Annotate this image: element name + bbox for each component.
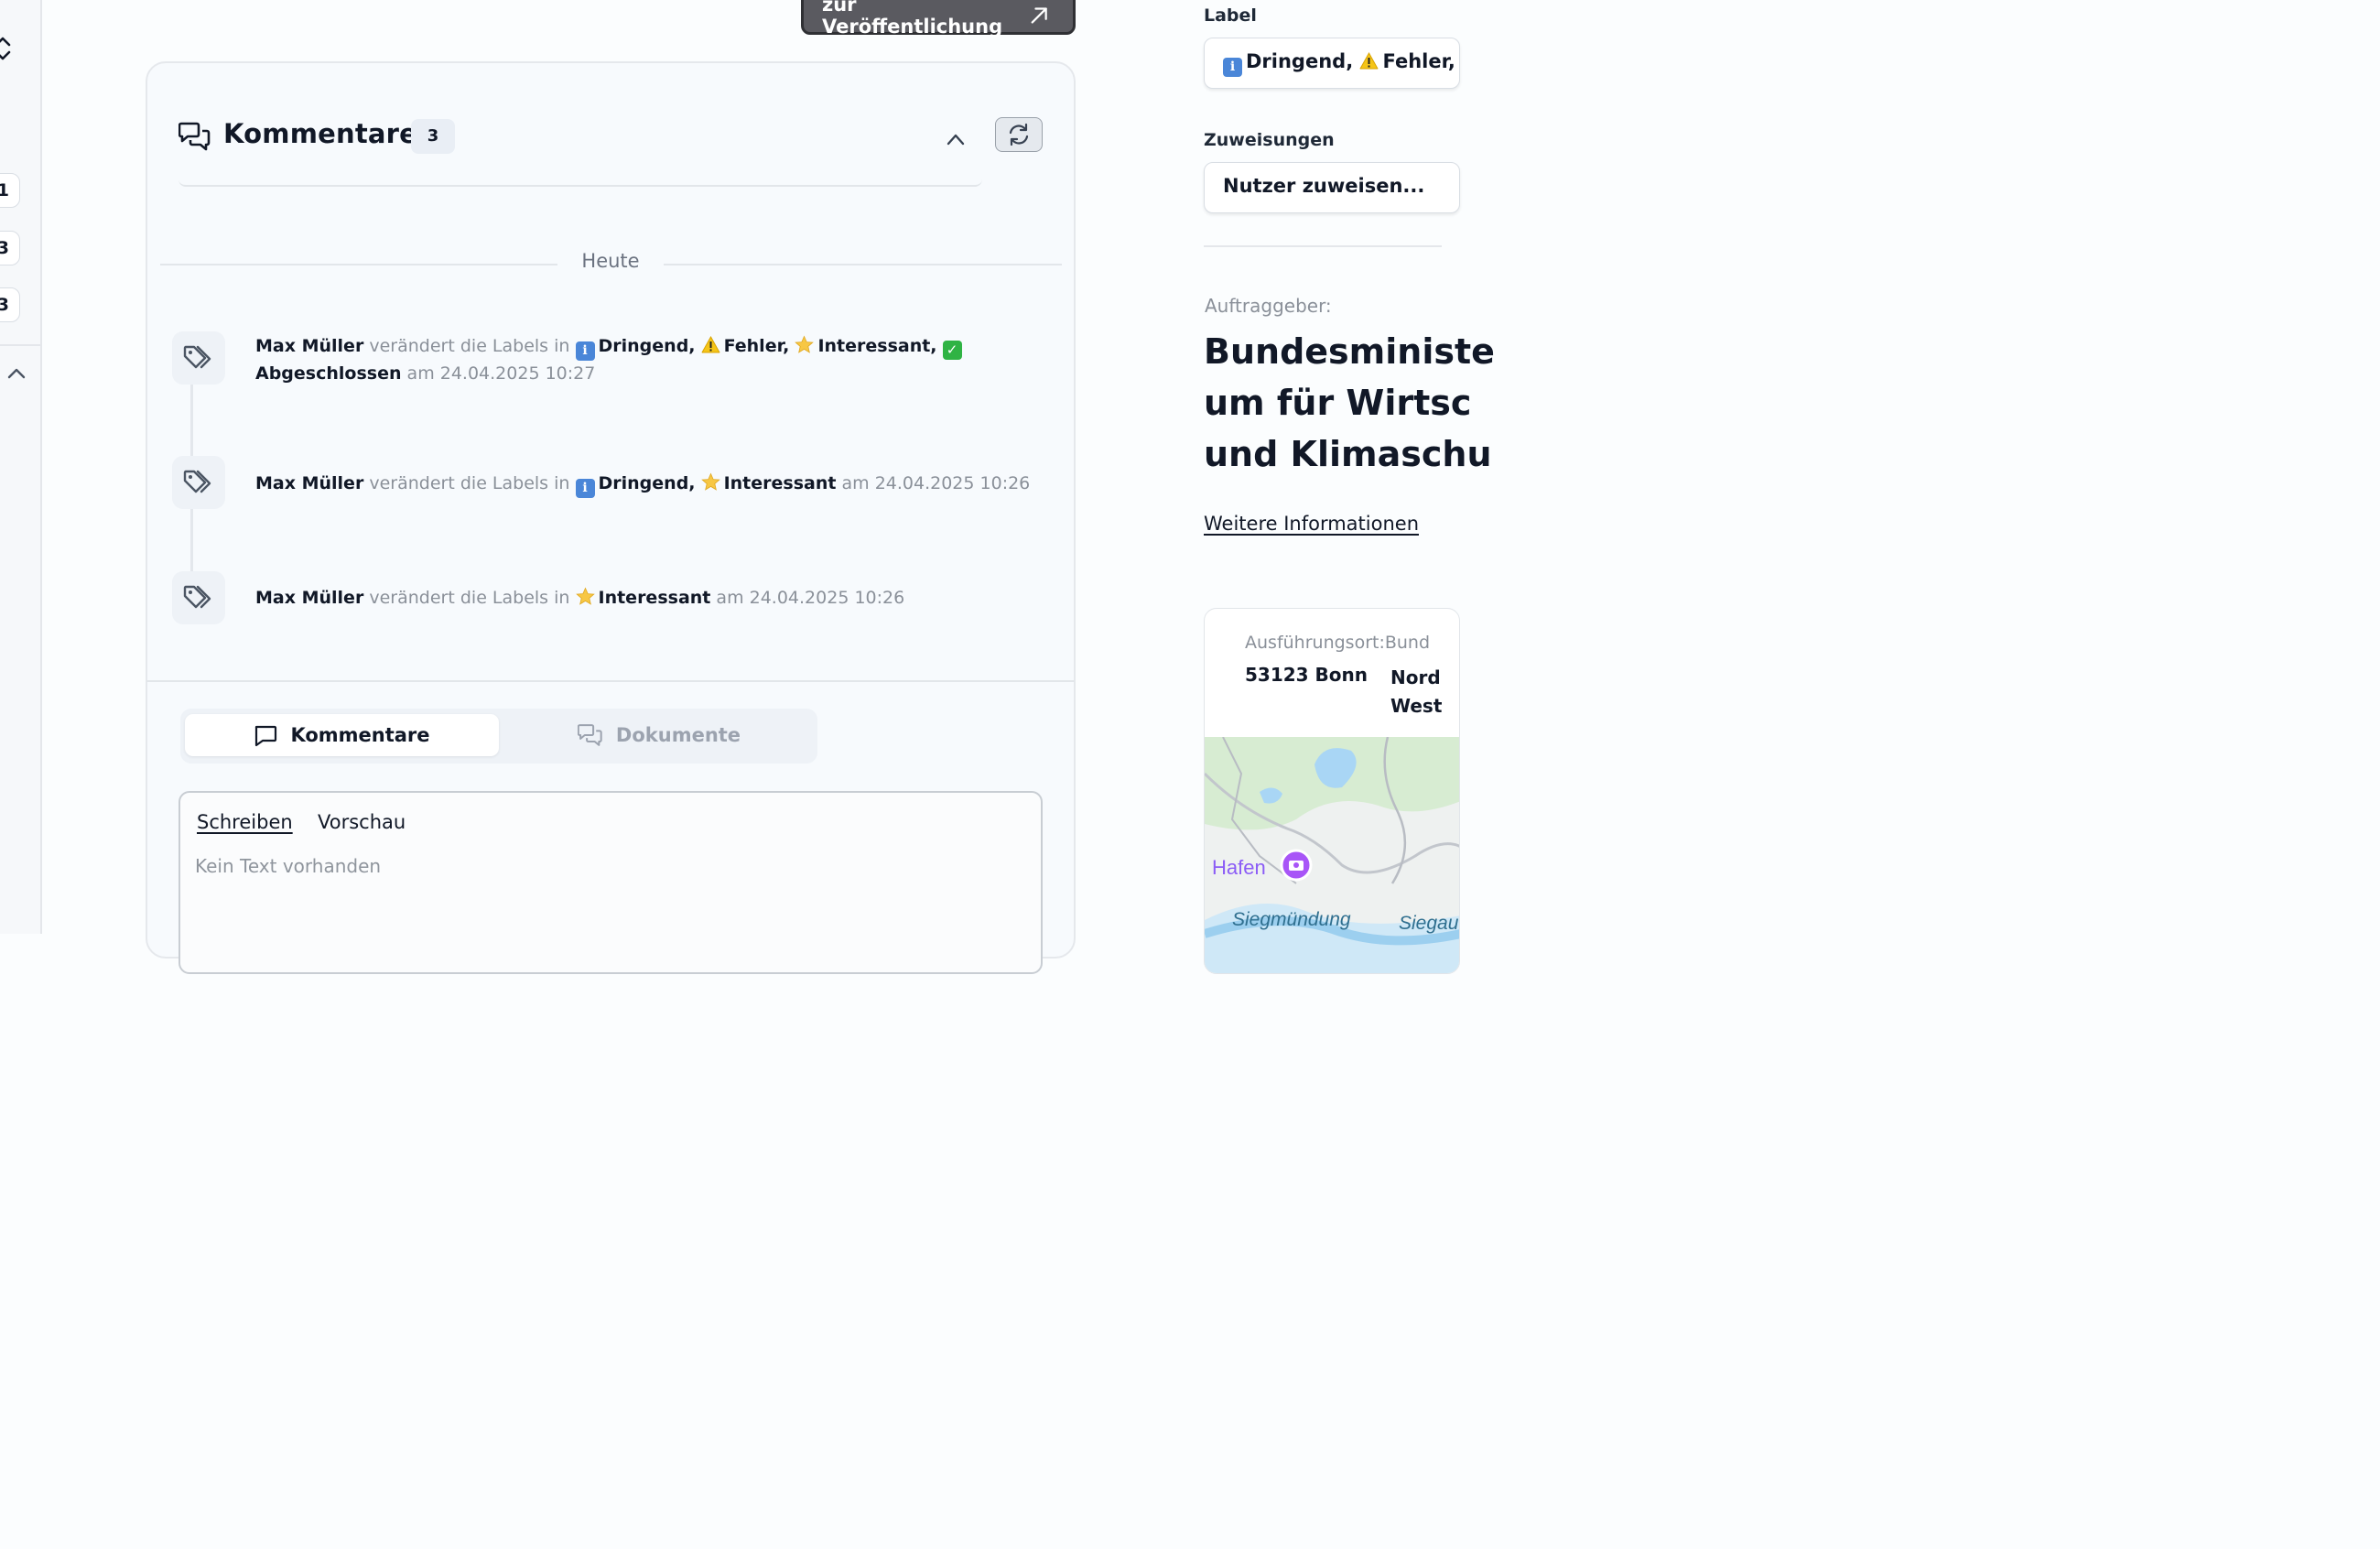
tab-dokumente[interactable]: Dokumente [505,714,813,756]
warning-emoji-icon [1359,51,1379,70]
location-state-line: Nord [1390,666,1441,688]
right-panel-divider [1204,245,1442,247]
event-action: verändert die Labels in [369,336,570,356]
chat-bubbles-icon [577,724,602,746]
location-map[interactable]: Hafen Siegmündung Siegau [1205,737,1460,974]
star-emoji-icon [575,587,595,605]
star-emoji-icon [700,472,720,491]
info-emoji-icon: i [575,341,595,361]
timeline-event: Max Müller verändert die Labels in i Drin… [255,333,1070,386]
event-at-word: am [716,588,744,608]
check-emoji-icon: ✓ [942,341,962,360]
assign-select-value: Nutzer zuweisen... [1223,175,1425,197]
event-at-word: am [841,473,870,493]
date-separator-line [160,264,557,265]
editor-tab-preview[interactable]: Vorschau [318,811,406,833]
location-state-line: West [1390,695,1443,717]
event-label: Interessant [598,588,711,608]
event-label: Dringend, [598,473,696,493]
editor-tab-write[interactable]: Schreiben [197,811,293,833]
event-timestamp: 24.04.2025 10:26 [874,473,1031,493]
event-user[interactable]: Max Müller [255,588,363,608]
tags-icon [183,345,211,369]
map-label-siegmuendung: Siegmündung [1232,909,1351,930]
location-city: 53123 Bonn [1245,664,1368,686]
info-emoji-icon: i [575,479,595,498]
tag-event-badge [172,331,225,385]
left-sidebar: 1 3 3 [0,0,42,934]
event-label: Fehler, [723,336,790,356]
sort-icon[interactable] [0,35,11,62]
more-info-link[interactable]: Weitere Informationen [1204,513,1419,535]
sidebar-count-badge[interactable]: 3 [0,287,20,322]
map-label-siegau: Siegau [1399,913,1459,934]
sidebar-count-badge[interactable]: 3 [0,231,20,265]
event-action: verändert die Labels in [369,473,570,493]
client-label: Auftraggeber: [1205,295,1332,317]
client-name: Bundesministe um für Wirtsc und Klimasch… [1204,326,1495,480]
chat-bubble-icon [255,725,277,747]
event-timestamp: 24.04.2025 10:26 [749,588,905,608]
assign-field-label: Zuweisungen [1204,130,1335,150]
event-label: Dringend, [598,336,696,356]
location-card: Ausführungsort:Bund 53123 Bonn Nord West… [1204,608,1460,974]
info-emoji-icon: i [1223,58,1242,77]
chevron-up-icon[interactable] [946,131,966,147]
editor-placeholder: Kein Text vorhanden [195,855,382,877]
client-name-line: Bundesministe [1204,331,1495,372]
event-label: Interessant [723,473,837,493]
comment-editor[interactable]: Schreiben Vorschau Kein Text vorhanden [178,791,1043,974]
client-name-line: und Klimaschu [1204,434,1492,474]
event-user[interactable]: Max Müller [255,336,363,356]
date-separator-line [664,264,1062,265]
label-select-value: Fehler, [1382,50,1455,72]
publish-button-label: zur Veröffentlichung [822,0,1003,38]
sidebar-count-badge[interactable]: 1 [0,173,20,208]
chat-bubbles-icon [178,122,211,151]
timeline-event: Max Müller verändert die Labels in i Drin… [255,471,1070,498]
refresh-button[interactable] [995,117,1043,152]
comments-count-badge: 3 [411,119,455,154]
map-label-hafen: Hafen [1212,856,1266,879]
label-field-label: Label [1204,5,1257,26]
tab-label: Dokumente [615,724,741,746]
timeline-connector [190,509,193,573]
label-select[interactable]: i Dringend, Fehler, [1204,38,1460,89]
arrow-up-right-icon [1031,7,1047,24]
tab-kommentare[interactable]: Kommentare [185,714,499,756]
sidebar-divider [0,344,42,346]
timeline-connector [190,385,193,458]
client-name-line: um für Wirtsc [1204,383,1472,423]
star-emoji-icon [795,335,815,353]
tags-icon [183,585,211,609]
tag-event-badge [172,571,225,624]
location-state: Nord West [1390,664,1442,720]
tab-label: Kommentare [290,724,430,746]
label-select-value: Dringend, [1246,50,1354,72]
comments-title: Kommentare [223,118,418,149]
location-label: Ausführungsort:Bund [1245,633,1431,653]
comment-tabs: Kommentare Dokumente [180,709,817,764]
event-at-word: am [406,363,435,384]
event-label: Abgeschlossen [255,363,402,384]
tags-icon [183,470,211,493]
event-label: Interessant, [817,336,937,356]
publish-button[interactable]: zur Veröffentlichung [801,0,1076,38]
card-divider [146,680,1075,682]
refresh-icon [1009,123,1029,146]
header-divider [178,179,982,187]
timeline-event: Max Müller verändert die Labels in Inter… [255,585,1070,611]
event-user[interactable]: Max Müller [255,473,363,493]
event-action: verändert die Labels in [369,588,570,608]
tag-event-badge [172,456,225,509]
event-timestamp: 24.04.2025 10:27 [439,363,596,384]
warning-emoji-icon [700,335,720,353]
chevron-up-icon[interactable] [7,366,26,379]
assign-select[interactable]: Nutzer zuweisen... [1204,162,1460,213]
date-separator-label: Heute [557,250,664,272]
